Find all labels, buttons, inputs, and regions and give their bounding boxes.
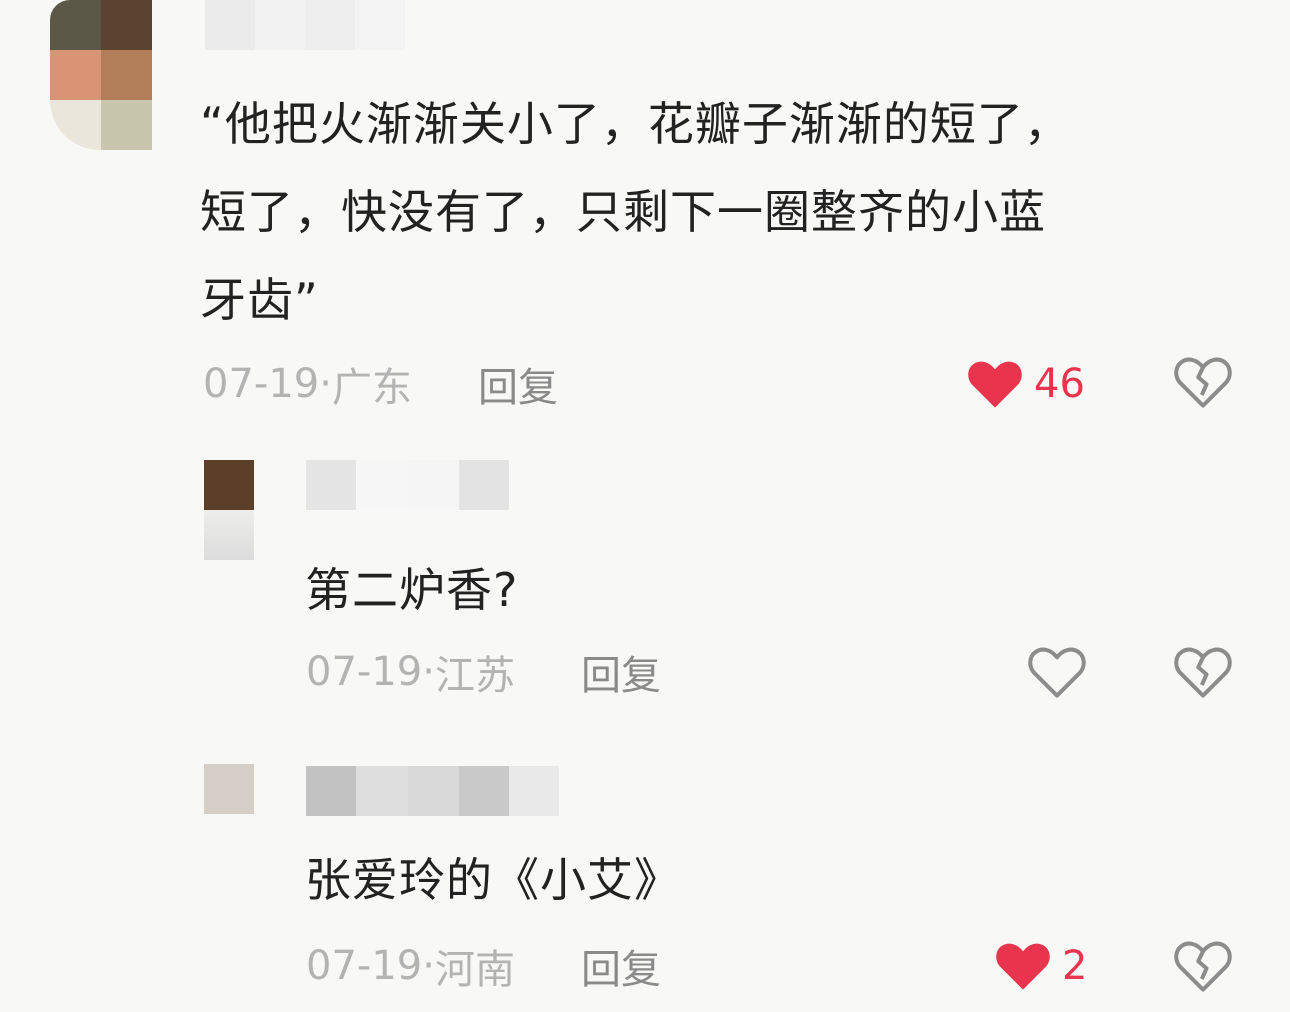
- broken-heart-icon: [1174, 647, 1232, 702]
- reply-comment-item: 第二炉香? 07-19 · 江苏 回复: [0, 458, 1290, 728]
- broken-heart-icon: [1174, 941, 1232, 996]
- like-count: 46: [1034, 361, 1085, 407]
- username-blurred[interactable]: [306, 460, 509, 510]
- comment-meta: 07-19 · 江苏 回复: [306, 644, 661, 700]
- heart-icon: [994, 940, 1052, 992]
- reply-button[interactable]: 回复: [478, 355, 558, 413]
- meta-separator: ·: [422, 943, 435, 989]
- dislike-button[interactable]: [1174, 646, 1232, 702]
- avatar[interactable]: [204, 460, 254, 560]
- reply-button[interactable]: 回复: [581, 643, 661, 701]
- comment-location: 江苏: [434, 653, 515, 699]
- dislike-button[interactable]: [1174, 356, 1232, 412]
- comment-date: 07-19: [306, 943, 423, 989]
- heart-icon: [1028, 646, 1086, 698]
- comment-meta: 07-19 · 河南 回复: [306, 938, 661, 994]
- reply-comment-item: 张爱玲的《小艾》 07-19 · 河南 回复 2: [0, 764, 1290, 1012]
- dislike-button[interactable]: [1174, 940, 1232, 996]
- comment-meta: 07-19 · 广东 回复: [203, 356, 558, 412]
- like-button[interactable]: [1028, 644, 1086, 700]
- username-blurred[interactable]: [205, 0, 405, 50]
- comment-date: 07-19: [306, 649, 423, 695]
- comment-text: “他把火渐渐关小了，花瓣子渐渐的短了， 短了，快没有了，只剩下一圈整齐的小蓝 牙…: [200, 97, 1071, 327]
- comment-date: 07-19: [203, 361, 320, 407]
- like-button[interactable]: 2: [994, 938, 1087, 994]
- like-count: 2: [1062, 943, 1088, 989]
- comment-item: “他把火渐渐关小了，花瓣子渐渐的短了， 短了，快没有了，只剩下一圈整齐的小蓝 牙…: [0, 0, 1290, 440]
- username-blurred[interactable]: [306, 766, 559, 816]
- meta-separator: ·: [422, 649, 435, 695]
- comment-location: 河南: [434, 947, 515, 993]
- comment-location: 广东: [331, 365, 412, 411]
- comment-text: 张爱玲的《小艾》: [305, 853, 681, 907]
- broken-heart-icon: [1174, 357, 1232, 412]
- comment-text: 第二炉香?: [305, 563, 519, 617]
- heart-icon: [966, 358, 1024, 410]
- like-button[interactable]: 46: [966, 356, 1085, 412]
- meta-separator: ·: [319, 361, 332, 407]
- avatar[interactable]: [50, 0, 152, 150]
- reply-button[interactable]: 回复: [581, 937, 661, 995]
- avatar[interactable]: [204, 764, 254, 814]
